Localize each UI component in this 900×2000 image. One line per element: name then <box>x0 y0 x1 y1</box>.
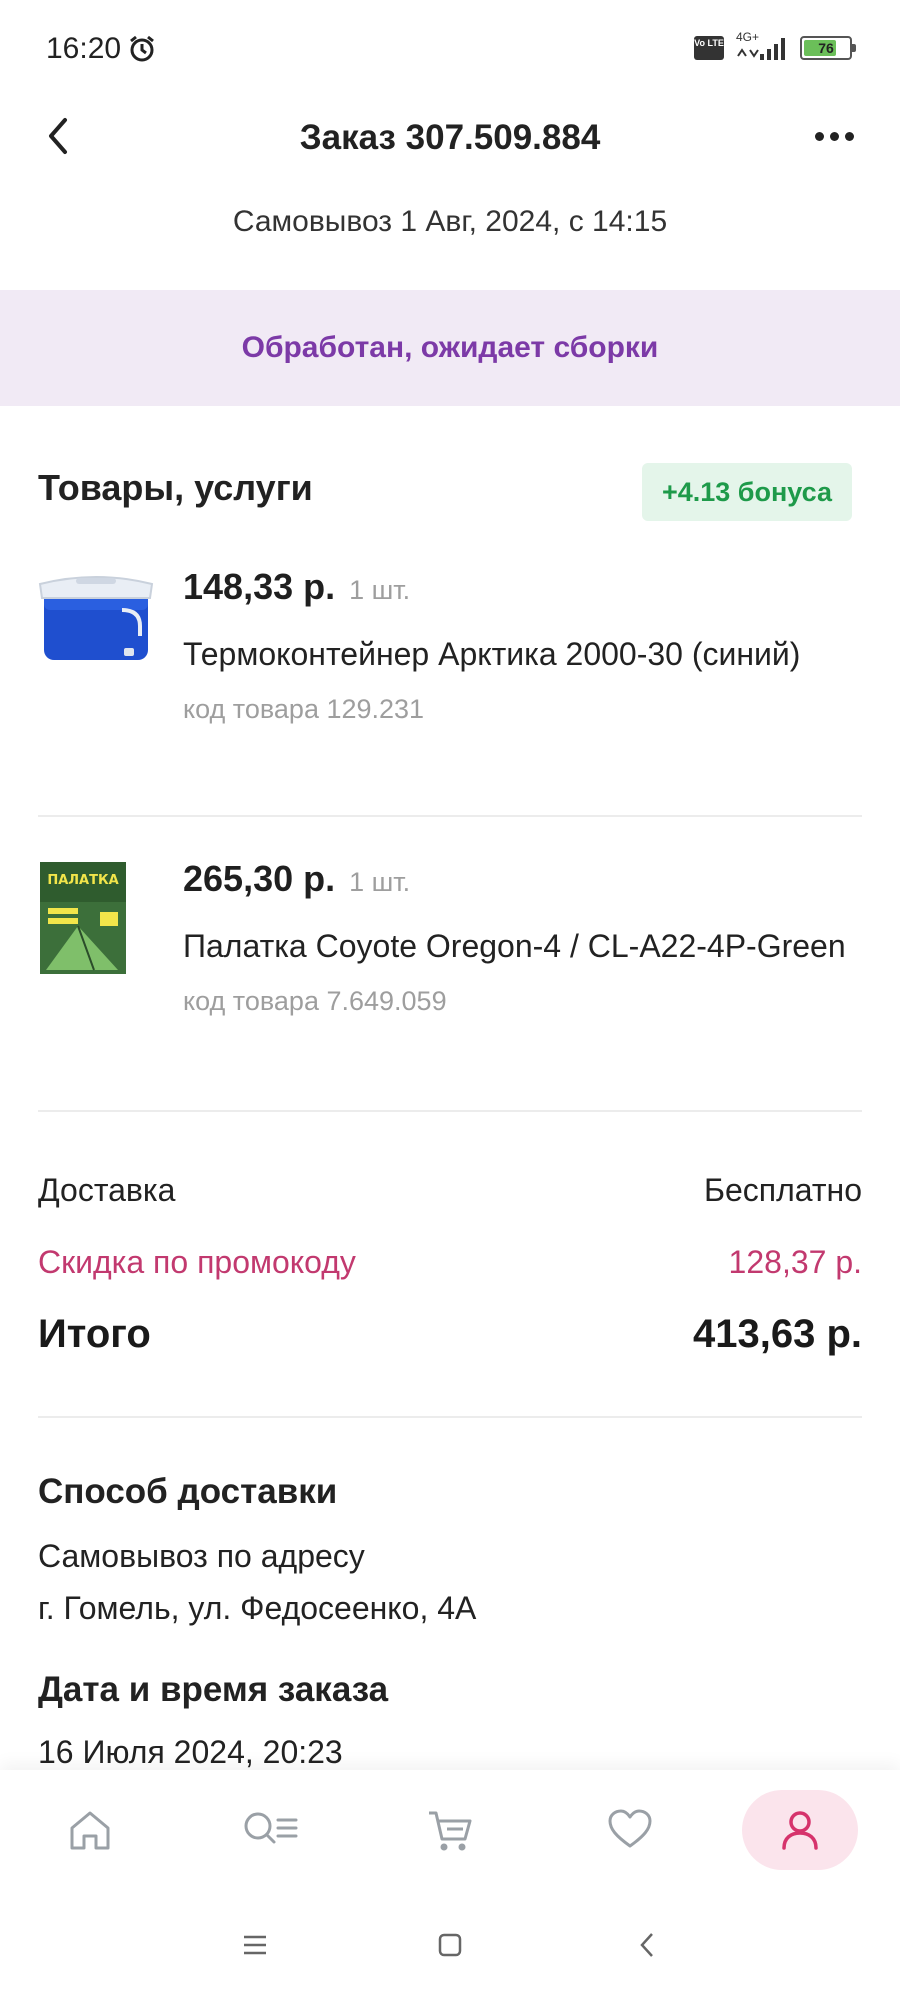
product-name: Термоконтейнер Арктика 2000-30 (синий) <box>183 636 801 672</box>
nav-profile[interactable] <box>742 1790 858 1870</box>
cart-icon <box>429 1811 472 1851</box>
bonus-text: +4.13 бонуса <box>661 476 832 507</box>
divider <box>38 815 862 817</box>
volte-icon: Vo LTE <box>694 36 724 60</box>
battery-level: 76 <box>818 40 834 56</box>
divider <box>38 1110 862 1112</box>
delivery-cost-row: Доставка Бесплатно <box>38 1172 862 1209</box>
alarm-icon <box>130 35 155 62</box>
promo-discount-row: Скидка по промокоду 128,37 р. <box>38 1244 862 1281</box>
search-catalog-icon <box>244 1812 298 1844</box>
recent-apps-button[interactable] <box>230 1920 280 1970</box>
favorites-heart-icon <box>608 1809 652 1848</box>
order-date-title: Дата и время заказа <box>38 1670 389 1709</box>
product-price: 148,33 р. <box>183 566 336 607</box>
profile-icon <box>782 1811 818 1850</box>
more-dot <box>829 131 839 141</box>
status-indicators: Vo LTE 4G+ 76 <box>694 30 856 62</box>
order-status-banner: Обработан, ожидает сборки <box>0 290 900 406</box>
home-system-button[interactable] <box>425 1920 475 1970</box>
total-row: Итого 413,63 р. <box>38 1312 862 1357</box>
square-home-icon <box>438 1933 462 1957</box>
more-dot <box>844 131 854 141</box>
product-qty: 1 шт. <box>349 575 411 605</box>
bottom-navigation <box>0 1770 900 1890</box>
tent-box-label: ПАЛАТКА <box>47 873 118 888</box>
goods-section-title: Товары, услуги <box>38 467 313 508</box>
product-item[interactable]: 148,33 р. 1 шт. Термоконтейнер Арктика 2… <box>38 566 862 786</box>
product-qty: 1 шт. <box>349 867 411 897</box>
clock-text: 16:20 <box>46 32 122 65</box>
tent-box-image: ПАЛАТКА <box>40 862 126 974</box>
back-system-button[interactable] <box>622 1920 672 1970</box>
delivery-value: Бесплатно <box>703 1172 862 1208</box>
product-code: код товара 129.231 <box>183 694 425 724</box>
pickup-address: г. Гомель, ул. Федосеенко, 4А <box>38 1590 477 1626</box>
discount-value: 128,37 р. <box>728 1244 862 1280</box>
bonus-badge: +4.13 бонуса <box>641 463 852 521</box>
header: Заказ 307.509.884 <box>0 100 900 180</box>
network-type: 4G+ <box>736 30 760 44</box>
menu-lines-icon <box>244 1935 266 1955</box>
discount-label: Скидка по промокоду <box>38 1244 356 1280</box>
status-time: 16:20 <box>46 32 157 66</box>
battery-icon: 76 <box>800 36 856 60</box>
delivery-method-line: Самовывоз по адресу <box>38 1538 365 1574</box>
more-options-button[interactable] <box>804 116 864 156</box>
total-label: Итого <box>38 1312 151 1356</box>
status-bar: 16:20 Vo LTE 4G+ 76 <box>0 0 900 100</box>
delivery-label: Доставка <box>38 1172 176 1208</box>
signal-icon: 4G+ <box>734 30 790 62</box>
order-status-text: Обработан, ожидает сборки <box>241 331 659 364</box>
pickup-date: Самовывоз 1 Авг, 2024, с 14:15 <box>232 205 668 238</box>
home-icon <box>70 1811 110 1850</box>
system-navigation-bar <box>0 1890 900 2000</box>
order-date-value: 16 Июля 2024, 20:23 <box>38 1734 343 1770</box>
product-price: 265,30 р. <box>183 858 336 899</box>
back-chevron-icon <box>640 1933 653 1957</box>
product-item[interactable]: ПАЛАТКА 265,30 р. 1 шт. Палатка Coyote O… <box>38 858 862 1078</box>
product-name: Палатка Coyote Oregon-4 / CL-A22-4P-Gree… <box>183 928 846 964</box>
nav-catalog-search[interactable] <box>225 1790 315 1870</box>
product-info: 148,33 р. 1 шт. Термоконтейнер Арктика 2… <box>183 566 863 725</box>
delivery-method-title: Способ доставки <box>38 1472 338 1511</box>
more-dots-icon <box>814 131 824 141</box>
price-row: 148,33 р. 1 шт. <box>183 566 863 608</box>
nav-favorites[interactable] <box>585 1790 675 1870</box>
product-code: код товара 7.649.059 <box>183 986 447 1016</box>
page-title: Заказ 307.509.884 <box>299 118 601 157</box>
product-info: 265,30 р. 1 шт. Палатка Coyote Oregon-4 … <box>183 858 863 1017</box>
divider <box>38 1416 862 1418</box>
price-row: 265,30 р. 1 шт. <box>183 858 863 900</box>
nav-cart[interactable] <box>405 1790 495 1870</box>
blue-cooler-box-image <box>38 576 154 660</box>
nav-home[interactable] <box>45 1790 135 1870</box>
total-value: 413,63 р. <box>692 1312 862 1356</box>
order-details-screen: 16:20 Vo LTE 4G+ 76 Заказ 307.509.884 Са… <box>0 0 900 2000</box>
